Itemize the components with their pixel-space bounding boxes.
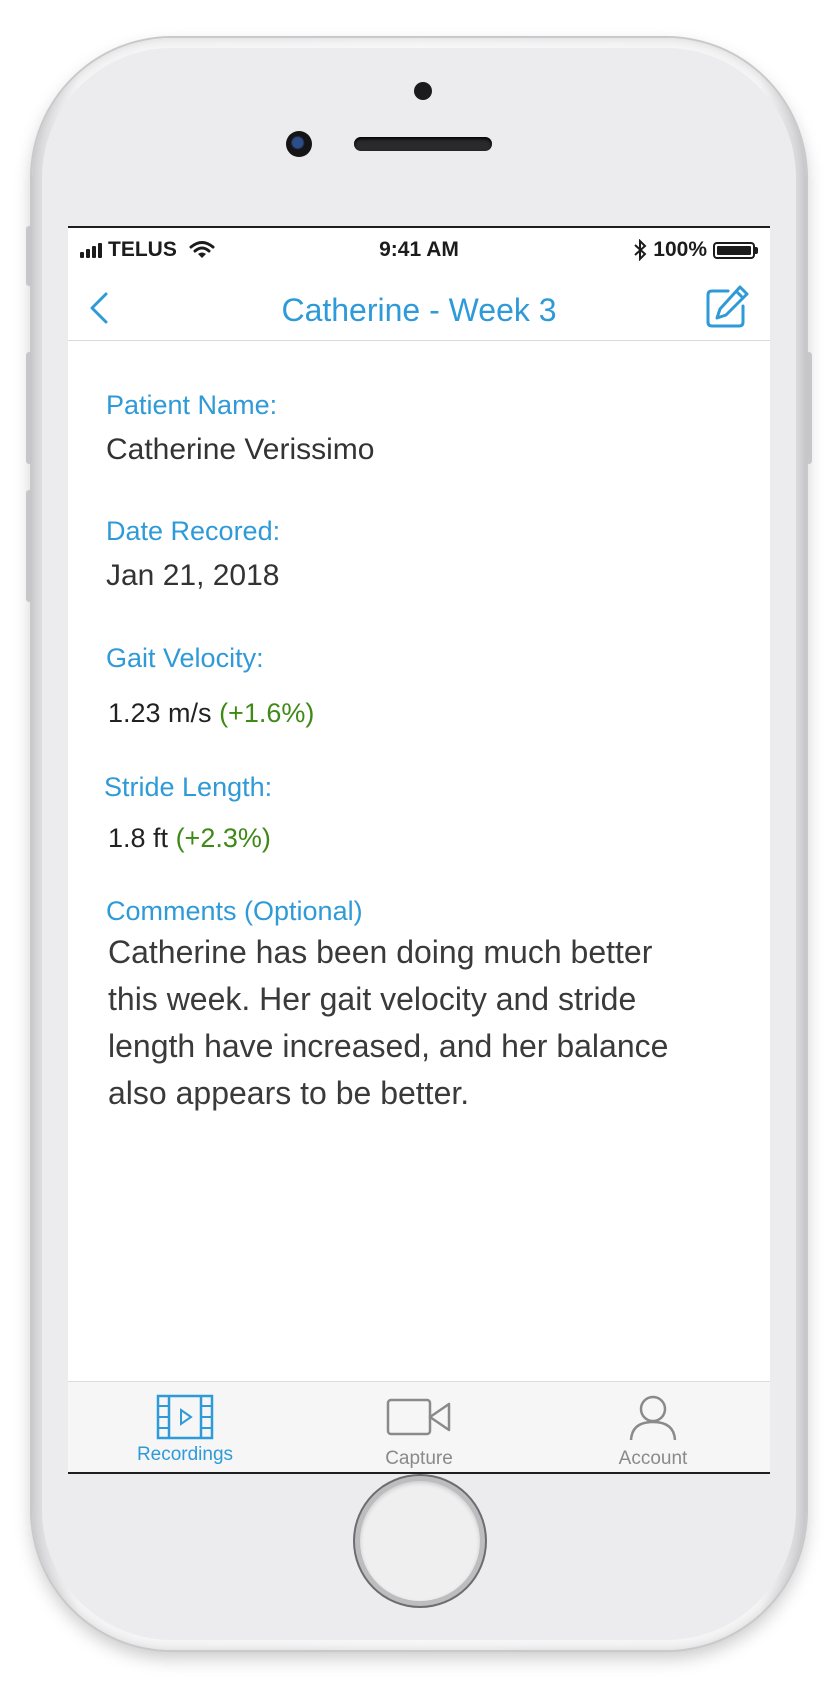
status-bar: TELUS 9:41 AM 100% bbox=[68, 228, 770, 272]
gait-velocity-row: 1.23 m/s (+1.6%) bbox=[108, 698, 314, 729]
gait-velocity-change: (+1.6%) bbox=[219, 698, 315, 728]
navigation-bar: Catherine - Week 3 bbox=[68, 272, 770, 341]
edit-icon[interactable] bbox=[704, 284, 750, 330]
battery-icon bbox=[713, 241, 758, 259]
gait-velocity-label: Gait Velocity: bbox=[106, 643, 264, 673]
front-camera bbox=[286, 131, 312, 157]
comments-label: Comments (Optional) bbox=[106, 896, 363, 926]
battery-percent: 100% bbox=[653, 238, 707, 261]
tab-bar: Recordings Capture Account bbox=[68, 1381, 770, 1472]
person-icon bbox=[629, 1395, 677, 1441]
tab-account-label: Account bbox=[618, 1448, 688, 1469]
power-button bbox=[806, 352, 812, 464]
date-recorded-label: Date Recored: bbox=[106, 516, 281, 546]
film-icon bbox=[156, 1394, 214, 1440]
volume-up-button bbox=[26, 352, 32, 464]
stride-length-value: 1.8 ft bbox=[108, 823, 169, 853]
proximity-sensor bbox=[414, 82, 432, 100]
mute-switch bbox=[26, 226, 32, 286]
page-title: Catherine - Week 3 bbox=[281, 292, 557, 328]
app-screen: TELUS 9:41 AM 100% Catherine - Week 3 Pa… bbox=[68, 226, 770, 1474]
bluetooth-icon bbox=[634, 239, 647, 261]
comments-text[interactable]: Catherine has been doing much better thi… bbox=[108, 929, 708, 1117]
patient-name-label: Patient Name: bbox=[106, 390, 278, 420]
status-right: 100% bbox=[633, 238, 758, 262]
tab-account[interactable]: Account bbox=[536, 1382, 770, 1472]
gait-velocity-value: 1.23 m/s bbox=[108, 698, 212, 728]
patient-name-value: Catherine Verissimo bbox=[106, 433, 375, 466]
tab-capture-label: Capture bbox=[385, 1448, 453, 1469]
home-button[interactable] bbox=[360, 1481, 480, 1601]
tab-recordings-label: Recordings bbox=[136, 1444, 234, 1465]
stride-length-row: 1.8 ft (+2.3%) bbox=[108, 823, 271, 854]
video-camera-icon bbox=[386, 1398, 451, 1436]
stride-length-label: Stride Length: bbox=[104, 772, 273, 802]
tab-recordings[interactable]: Recordings bbox=[68, 1382, 302, 1472]
volume-down-button bbox=[26, 490, 32, 602]
stride-length-change: (+2.3%) bbox=[175, 823, 271, 853]
earpiece-speaker bbox=[354, 137, 492, 151]
tab-capture[interactable]: Capture bbox=[302, 1382, 536, 1472]
date-recorded-value: Jan 21, 2018 bbox=[106, 559, 280, 592]
